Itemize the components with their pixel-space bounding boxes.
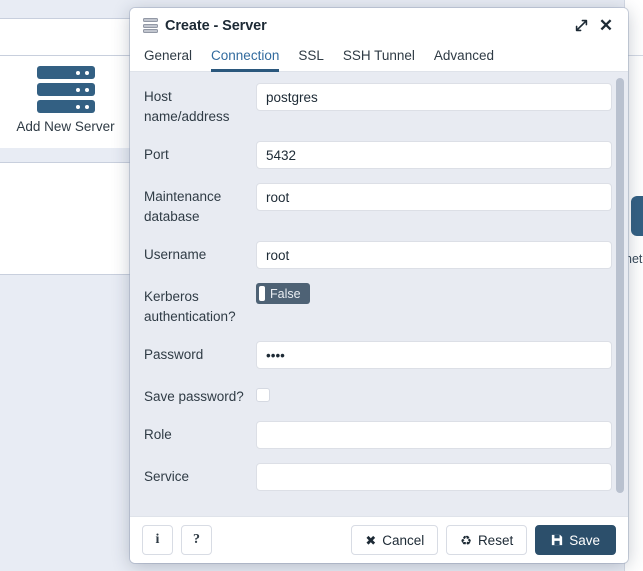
host-label: Host name/address [144, 89, 230, 124]
password-input[interactable] [256, 341, 612, 369]
connection-form: Host name/address Port Maintenance datab… [130, 72, 628, 516]
close-icon[interactable]: ✕ [595, 15, 617, 37]
port-input[interactable] [256, 141, 612, 169]
title-icon-bar-2 [143, 23, 158, 28]
username-label: Username [144, 247, 207, 262]
username-control [256, 241, 612, 269]
background-right-button[interactable] [631, 196, 643, 236]
title-icon-bar-1 [143, 18, 158, 22]
footer-left-group: i ? [142, 525, 212, 555]
dialog-title: Create - Server [165, 17, 267, 34]
host-control [256, 83, 612, 111]
service-control [256, 463, 612, 491]
footer-right-group: ✖ Cancel ♻ Reset Save [351, 525, 616, 555]
save-password-control [256, 383, 612, 402]
server-stack-icon [36, 66, 95, 113]
kerberos-control: False [256, 283, 612, 306]
info-button[interactable]: i [142, 525, 173, 555]
role-label: Role [144, 427, 172, 442]
kerberos-toggle-label: False [270, 286, 301, 301]
cancel-button-label: Cancel [382, 532, 425, 548]
tab-general[interactable]: General [144, 48, 192, 72]
title-icon-bar-3 [143, 29, 158, 33]
form-scrollbar-thumb[interactable] [616, 78, 624, 493]
username-input[interactable] [256, 241, 612, 269]
field-row-service: Service [144, 463, 612, 491]
expand-diagonal-icon[interactable] [570, 15, 592, 37]
role-control [256, 421, 612, 449]
reset-button-label: Reset [477, 532, 514, 548]
dialog-tab-bar: General Connection SSL SSH Tunnel Advanc… [130, 43, 628, 72]
field-row-host: Host name/address [144, 83, 612, 127]
kerberos-label: Kerberos authentication? [144, 289, 236, 324]
field-row-username: Username [144, 241, 612, 269]
field-row-role: Role [144, 421, 612, 449]
field-row-save-password: Save password? [144, 383, 612, 407]
field-row-kerberos: Kerberos authentication? False [144, 283, 612, 327]
tab-ssl[interactable]: SSL [298, 48, 324, 72]
maintenance-database-control [256, 183, 612, 211]
password-label: Password [144, 347, 204, 362]
recycle-icon: ♻ [460, 532, 472, 548]
dialog-footer: i ? ✖ Cancel ♻ Reset Save [130, 516, 628, 563]
service-input[interactable] [256, 463, 612, 491]
server-bar-2 [36, 83, 95, 96]
tab-ssh-tunnel[interactable]: SSH Tunnel [343, 48, 415, 72]
port-control [256, 141, 612, 169]
dialog-titlebar: Create - Server ✕ [130, 8, 628, 43]
save-password-checkbox[interactable] [256, 388, 270, 402]
kerberos-toggle-knob [259, 286, 265, 301]
field-row-port: Port [144, 141, 612, 169]
create-server-dialog: Create - Server ✕ General Connection SSL… [130, 8, 628, 563]
close-icon: ✖ [365, 532, 377, 548]
tab-connection[interactable]: Connection [211, 48, 280, 72]
server-stack-icon [143, 18, 158, 33]
reset-button[interactable]: ♻ Reset [446, 525, 528, 555]
maintenance-database-label: Maintenance database [144, 189, 222, 224]
floppy-disk-icon [551, 534, 563, 546]
port-label: Port [144, 147, 169, 162]
server-bar-3 [36, 100, 95, 113]
cancel-button[interactable]: ✖ Cancel [351, 525, 439, 555]
password-control [256, 341, 612, 369]
server-bar-1 [36, 66, 95, 79]
field-row-maintenance-database: Maintenance database [144, 183, 612, 227]
form-scrollbar[interactable] [616, 78, 624, 510]
field-row-password: Password [144, 341, 612, 369]
maintenance-database-input[interactable] [256, 183, 612, 211]
role-input[interactable] [256, 421, 612, 449]
save-button[interactable]: Save [535, 525, 616, 555]
save-button-label: Save [569, 532, 600, 548]
help-button[interactable]: ? [181, 525, 212, 555]
add-new-server-tile[interactable]: Add New Server [0, 55, 131, 145]
add-new-server-label: Add New Server [16, 119, 115, 134]
kerberos-toggle[interactable]: False [256, 283, 310, 304]
service-label: Service [144, 469, 190, 484]
dialog-body: Host name/address Port Maintenance datab… [130, 72, 628, 516]
host-input[interactable] [256, 83, 612, 111]
tab-advanced[interactable]: Advanced [434, 48, 494, 72]
save-password-label: Save password? [144, 389, 244, 404]
